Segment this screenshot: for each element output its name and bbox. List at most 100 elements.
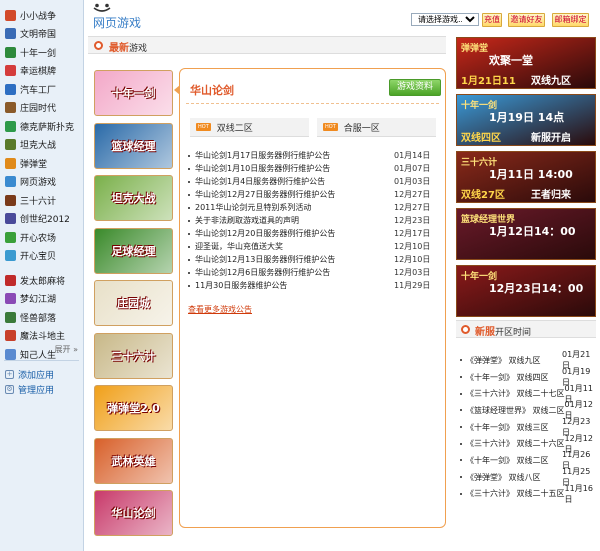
game-thumbnail[interactable]: 十年一剑 xyxy=(94,70,173,116)
game-thumbnail-label: 十年一剑 xyxy=(111,87,156,100)
news-item[interactable]: 2011华山论剑元旦特别系列活动 12月27日 xyxy=(188,201,440,214)
section-title-rest: 游戏 xyxy=(129,44,148,54)
sidebar-item-label: 创世纪2012 xyxy=(20,215,70,226)
banner-headline: 1月19日 14点 xyxy=(489,111,565,124)
bullet-icon xyxy=(460,476,462,479)
game-thumbnail-label: 武林英雄 xyxy=(111,454,156,468)
sidebar-item-label: 十年一剑 xyxy=(20,48,57,59)
sidebar-item[interactable]: 德克萨斯扑克 xyxy=(0,117,84,136)
sidebar-item[interactable]: 汽车工厂 xyxy=(0,80,84,99)
news-title: 华山论剑1月4日服务器例行维护公告 xyxy=(195,177,326,186)
new-server-item[interactable]: 《三十六计》 双线二十五区 11月16日 xyxy=(456,483,598,504)
smile-logo-icon xyxy=(93,3,111,12)
game-thumbnail[interactable]: 华山论剑 xyxy=(94,490,173,536)
game-thumbnail[interactable]: 三十六计 xyxy=(94,332,173,379)
game-info-button[interactable]: 游戏资料 xyxy=(389,79,441,96)
manage-app-link[interactable]: ⚙ 管理应用 xyxy=(5,383,54,396)
plus-icon: + xyxy=(5,370,14,379)
news-item[interactable]: 华山论剑12月20日服务器例行维护公告 12月17日 xyxy=(188,227,440,240)
sidebar-item[interactable]: 魔法斗地主 xyxy=(0,327,84,346)
game-thumbnail[interactable]: 武林英雄 xyxy=(94,437,173,484)
sidebar-item[interactable]: 创世纪2012 xyxy=(0,210,84,229)
bullet-icon xyxy=(188,258,190,261)
banner-headline: 1月11日 14:00 xyxy=(489,168,573,181)
more-news-link[interactable]: 查看更多游戏公告 xyxy=(188,304,252,315)
server-tab[interactable]: HOT 合服一区 xyxy=(317,118,436,137)
event-banner[interactable]: 三十六计 1月11日 14:00 双线27区 王者归来 xyxy=(456,151,596,203)
game-thumbnail[interactable]: 足球经理 xyxy=(94,227,173,274)
bullet-icon xyxy=(188,154,190,157)
news-item[interactable]: 迎圣诞，华山充值送大奖 12月10日 xyxy=(188,240,440,253)
event-banner[interactable]: 十年一剑 12月23日14：00 xyxy=(456,265,596,317)
news-date: 12月27日 xyxy=(394,203,431,212)
new-server-date: 11月16日 xyxy=(564,483,593,504)
sidebar-item[interactable]: 小小战争 xyxy=(0,6,84,25)
sidebar-item[interactable]: 开心宝贝 xyxy=(0,247,84,266)
news-date: 12月10日 xyxy=(394,242,431,251)
news-item[interactable]: 华山论剑1月10日服务器例行维护公告 01月07日 xyxy=(188,162,440,175)
add-app-link[interactable]: + 添加应用 xyxy=(5,368,54,381)
event-banner[interactable]: 弹弹堂 欢聚一堂 1月21日11 双线九区 xyxy=(456,37,596,89)
sidebar-item[interactable]: 开心农场 xyxy=(0,228,84,247)
server-tab[interactable]: HOT 双线二区 xyxy=(190,118,309,137)
news-title: 华山论剑12月27日服务器例行维护公告 xyxy=(195,190,336,199)
sidebar-item[interactable]: 幸运棋牌 xyxy=(0,62,84,81)
news-title: 关于非法刷取游戏道具的声明 xyxy=(195,216,299,225)
new-servers-header: 新服开区时间 xyxy=(456,320,596,338)
app-icon xyxy=(5,120,16,132)
news-title: 迎圣诞，华山充值送大奖 xyxy=(195,242,283,251)
recharge-button[interactable]: 充值 xyxy=(482,13,502,27)
sidebar-item[interactable]: 怪兽部落 xyxy=(0,308,84,327)
header: 网页游戏 请选择游戏....... 充值 邀请好友 邮箱绑定 xyxy=(86,0,600,34)
sidebar-item[interactable]: 发太郎麻将 xyxy=(0,271,84,290)
news-date: 12月23日 xyxy=(394,216,431,225)
news-item[interactable]: 华山论剑12月6日服务器例行维护公告 12月03日 xyxy=(188,266,440,279)
game-thumbnail[interactable]: 坦克大战 xyxy=(94,175,173,221)
new-servers-title-highlight: 新服 xyxy=(475,327,495,338)
banner-game: 弹弹堂 xyxy=(461,44,489,54)
sidebar-item[interactable]: 网页游戏 xyxy=(0,173,84,192)
sidebar-item[interactable]: 十年一剑 xyxy=(0,43,84,62)
banner-headline: 1月12日14：00 xyxy=(489,225,576,238)
banner-detail: 1月21日11 xyxy=(461,76,516,87)
app-icon xyxy=(5,293,16,305)
app-icon xyxy=(5,231,16,243)
circle-bullet-icon xyxy=(94,41,103,50)
sidebar-item[interactable]: 坦克大战 xyxy=(0,136,84,155)
game-thumbnail[interactable]: 庄园城 xyxy=(94,280,173,326)
game-select[interactable]: 请选择游戏....... xyxy=(411,13,479,26)
sidebar-item-label: 开心宝贝 xyxy=(20,252,57,263)
sidebar-item-label: 魔法斗地主 xyxy=(20,332,66,343)
sidebar-item-label: 德克萨斯扑克 xyxy=(20,122,75,133)
news-item[interactable]: 华山论剑1月17日服务器例行维护公告 01月14日 xyxy=(188,149,440,162)
sidebar-item[interactable]: 梦幻江湖 xyxy=(0,290,84,309)
news-item[interactable]: 华山论剑1月4日服务器例行维护公告 01月03日 xyxy=(188,175,440,188)
new-server-name: 《三十六计》 双线二十五区 xyxy=(466,489,565,499)
sidebar-item-label: 开心农场 xyxy=(20,233,57,244)
sidebar-item[interactable]: 三十六计 xyxy=(0,191,84,210)
bullet-icon xyxy=(460,409,462,412)
app-icon xyxy=(5,157,16,169)
bullet-icon xyxy=(188,284,190,287)
news-item[interactable]: 关于非法刷取游戏道具的声明 12月23日 xyxy=(188,214,440,227)
section-header: 最新游戏 xyxy=(88,36,446,54)
bind-email-button[interactable]: 邮箱绑定 xyxy=(552,13,589,27)
sidebar-item[interactable]: 庄园时代 xyxy=(0,99,84,118)
invite-button[interactable]: 邀请好友 xyxy=(508,13,545,27)
sidebar-item-label: 幸运棋牌 xyxy=(20,67,57,78)
expand-toggle[interactable]: 展开 » xyxy=(0,344,84,355)
news-item[interactable]: 华山论剑12月13日服务器例行维护公告 12月10日 xyxy=(188,253,440,266)
news-item[interactable]: 11月30日服务器维护公告 11月29日 xyxy=(188,279,440,292)
sidebar-item[interactable]: 文明帝国 xyxy=(0,25,84,44)
event-banner[interactable]: 十年一剑 1月19日 14点 双线四区 新服开启 xyxy=(456,94,596,146)
game-thumbnail[interactable]: 篮球经理 xyxy=(94,122,173,169)
game-thumbnail[interactable]: 弹弹堂2.0 xyxy=(94,385,173,431)
game-thumbnail-label: 庄园城 xyxy=(117,297,150,310)
new-server-name: 《篮球经理世界》 双线二区 xyxy=(466,405,565,415)
sidebar-item[interactable]: 弹弹堂 xyxy=(0,154,84,173)
section-title: 最新游戏 xyxy=(109,39,147,54)
sidebar-item-label: 三十六计 xyxy=(20,196,57,207)
new-server-name: 《三十六计》 双线二十六区 xyxy=(466,439,565,449)
news-item[interactable]: 华山论剑12月27日服务器例行维护公告 12月27日 xyxy=(188,188,440,201)
event-banner[interactable]: 篮球经理世界 1月12日14：00 xyxy=(456,208,596,260)
